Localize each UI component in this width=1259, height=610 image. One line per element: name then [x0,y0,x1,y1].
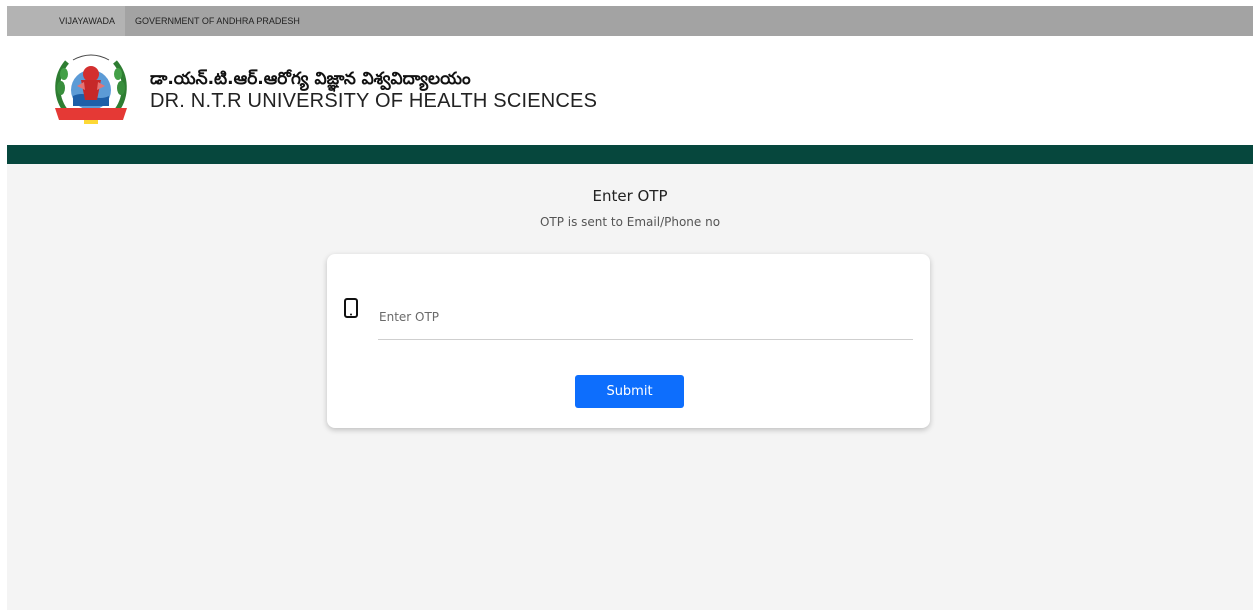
page-title: Enter OTP [592,187,668,205]
university-name-english: DR. N.T.R UNIVERSITY OF HEALTH SCIENCES [150,90,598,112]
mobile-phone-icon [344,298,358,318]
page-subtitle: OTP is sent to Email/Phone no [539,215,721,229]
university-name-telugu: డా.యన్.టి.ఆర్.ఆరోగ్య విజ్ఞాన విశ్వవిద్యా… [150,69,471,89]
header-divider-bar [7,145,1253,164]
university-seal-icon [55,54,127,124]
topbar-item-government[interactable]: GOVERNMENT OF ANDHRA PRADESH [125,6,310,36]
top-bar: VIJAYAWADA GOVERNMENT OF ANDHRA PRADESH [7,6,1253,36]
otp-input[interactable] [378,294,913,340]
submit-button[interactable]: Submit [575,375,684,408]
topbar-item-city[interactable]: VIJAYAWADA [7,6,126,36]
title-block: డా.యన్.టి.ఆర్.ఆరోగ్య విజ్ఞాన విశ్వవిద్యా… [150,69,597,113]
otp-card: Submit [327,254,930,428]
page-frame: VIJAYAWADA GOVERNMENT OF ANDHRA PRADESH [7,6,1253,610]
site-header: డా.యన్.టి.ఆర్.ఆరోగ్య విజ్ఞాన విశ్వవిద్యా… [7,36,1253,145]
